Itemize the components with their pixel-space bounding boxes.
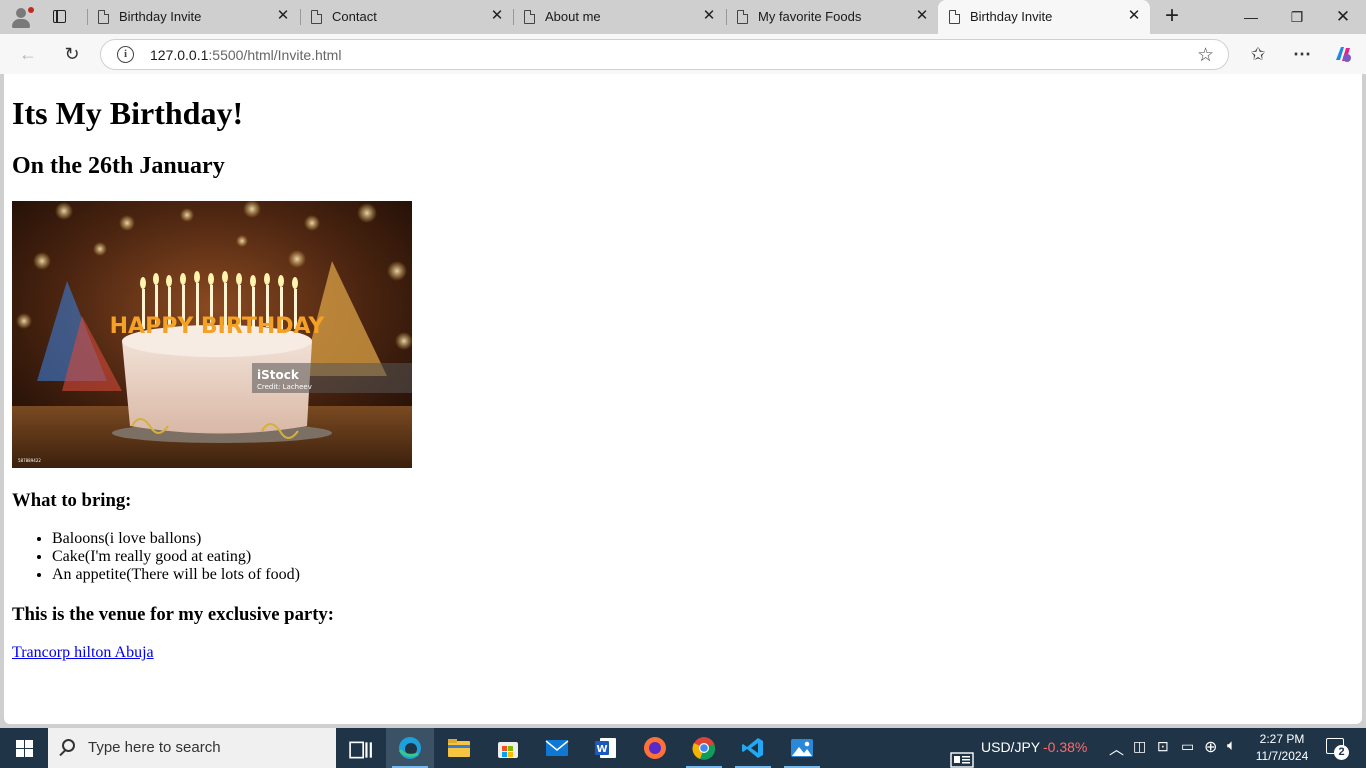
close-tab-icon[interactable]: ✕ xyxy=(914,8,930,24)
minimize-icon[interactable]: — xyxy=(1228,0,1274,34)
tab-title: Birthday Invite xyxy=(119,9,202,24)
battery-icon[interactable]: ▭ xyxy=(1181,738,1194,755)
browser-tabstrip: Birthday Invite ✕ Contact ✕ About me ✕ M… xyxy=(0,0,1366,34)
favorites-icon[interactable]: ✩ xyxy=(1246,42,1270,66)
browser-toolbar: ← ↻ i 127.0.0.1:5500/html/Invite.html ☆ … xyxy=(0,34,1366,74)
svg-text:Credit: Lacheev: Credit: Lacheev xyxy=(257,383,312,391)
microsoft-store-icon[interactable] xyxy=(484,728,532,768)
more-menu-icon[interactable]: ⋯ xyxy=(1290,42,1314,66)
new-tab-icon[interactable]: + xyxy=(1160,4,1184,29)
mail-icon[interactable] xyxy=(533,728,581,768)
taskbar-search[interactable]: Type here to search xyxy=(48,728,336,768)
address-url[interactable]: 127.0.0.1:5500/html/Invite.html xyxy=(150,47,341,63)
security-icon[interactable]: ⊡ xyxy=(1157,738,1169,755)
back-arrow-icon[interactable]: ← xyxy=(16,42,40,66)
tab-my-favorite-foods[interactable]: My favorite Foods ✕ xyxy=(726,0,938,34)
address-bar[interactable]: i 127.0.0.1:5500/html/Invite.html ☆ xyxy=(100,39,1229,70)
close-window-icon[interactable]: ✕ xyxy=(1320,0,1366,34)
tab-title: About me xyxy=(545,9,601,24)
bring-heading: What to bring: xyxy=(12,490,132,511)
svg-text:W: W xyxy=(596,744,607,755)
clock-date: 11/7/2024 xyxy=(1255,749,1309,763)
word-icon[interactable]: W xyxy=(582,728,630,768)
close-tab-icon[interactable]: ✕ xyxy=(489,8,505,24)
tab-actions-icon[interactable] xyxy=(50,8,70,26)
page-icon xyxy=(949,10,960,24)
tab-title: My favorite Foods xyxy=(758,9,862,24)
tab-title: Contact xyxy=(332,9,377,24)
vscode-icon[interactable] xyxy=(729,728,777,768)
svg-text:587889422: 587889422 xyxy=(18,458,41,463)
page-icon xyxy=(524,10,535,24)
list-item: An appetite(There will be lots of food) xyxy=(52,566,300,584)
favorite-star-icon[interactable]: ☆ xyxy=(1197,44,1214,67)
tab-about-me[interactable]: About me ✕ xyxy=(513,0,725,34)
edge-app-icon[interactable] xyxy=(386,728,434,768)
list-item: Baloons(i love ballons) xyxy=(52,530,300,548)
volume-icon[interactable]: 🔈︎ xyxy=(1227,737,1236,754)
page-icon xyxy=(737,10,748,24)
close-tab-icon[interactable]: ✕ xyxy=(701,8,717,24)
close-tab-icon[interactable]: ✕ xyxy=(275,8,291,24)
start-button[interactable] xyxy=(0,728,48,768)
page-subtitle: On the 26th January xyxy=(12,153,225,179)
venue-heading: This is the venue for my exclusive party… xyxy=(12,604,334,625)
page-icon xyxy=(98,10,109,24)
birthday-cake-image: HAPPY BIRTHDAY iStock Credit: Lacheev 58… xyxy=(12,201,412,468)
page-icon xyxy=(311,10,322,24)
restore-icon[interactable]: ❐ xyxy=(1274,0,1320,34)
tab-title: Birthday Invite xyxy=(970,9,1053,24)
page-title: Its My Birthday! xyxy=(12,95,244,131)
tab-contact[interactable]: Contact ✕ xyxy=(300,0,513,34)
list-item: Cake(I'm really good at eating) xyxy=(52,548,300,566)
tab-birthday-invite-active[interactable]: Birthday Invite ✕ xyxy=(938,0,1150,34)
search-icon xyxy=(62,739,75,752)
search-placeholder: Type here to search xyxy=(88,739,221,756)
svg-text:iStock: iStock xyxy=(257,368,300,382)
news-widget-icon[interactable] xyxy=(950,740,974,768)
refresh-icon[interactable]: ↻ xyxy=(60,42,84,66)
bring-list: Baloons(i love ballons) Cake(I'm really … xyxy=(52,530,300,584)
tab-birthday-invite-1[interactable]: Birthday Invite ✕ xyxy=(87,0,299,34)
system-clock[interactable]: 2:27 PM 11/7/2024 xyxy=(1248,731,1316,765)
show-hidden-icons-chevron-up-icon[interactable]: ︿ xyxy=(1109,738,1124,759)
chrome-icon[interactable] xyxy=(680,728,728,768)
windows-logo-icon xyxy=(16,740,33,757)
notification-count-badge: 2 xyxy=(1334,745,1349,760)
profile-icon[interactable] xyxy=(8,4,36,30)
network-globe-icon[interactable]: ⊕ xyxy=(1204,737,1217,757)
clock-time: 2:27 PM xyxy=(1259,732,1305,746)
windows-taskbar: Type here to search W USD/JPY -0.38% ︿ ◫… xyxy=(0,728,1366,768)
meet-now-icon[interactable]: ◫ xyxy=(1133,738,1146,755)
site-info-icon[interactable]: i xyxy=(117,46,134,63)
ticker-change[interactable]: -0.38% xyxy=(1043,739,1087,755)
venue-link[interactable]: Trancorp hilton Abuja xyxy=(12,644,154,662)
task-view-icon[interactable] xyxy=(336,728,384,768)
ticker-label[interactable]: USD/JPY xyxy=(981,739,1040,755)
firefox-icon[interactable] xyxy=(631,728,679,768)
page-viewport: Its My Birthday! On the 26th January HAP… xyxy=(4,74,1362,724)
photos-icon[interactable] xyxy=(778,728,826,768)
copilot-icon[interactable] xyxy=(1331,42,1355,66)
file-explorer-icon[interactable] xyxy=(435,728,483,768)
close-tab-icon[interactable]: ✕ xyxy=(1126,8,1142,24)
svg-text:HAPPY BIRTHDAY: HAPPY BIRTHDAY xyxy=(110,314,326,339)
